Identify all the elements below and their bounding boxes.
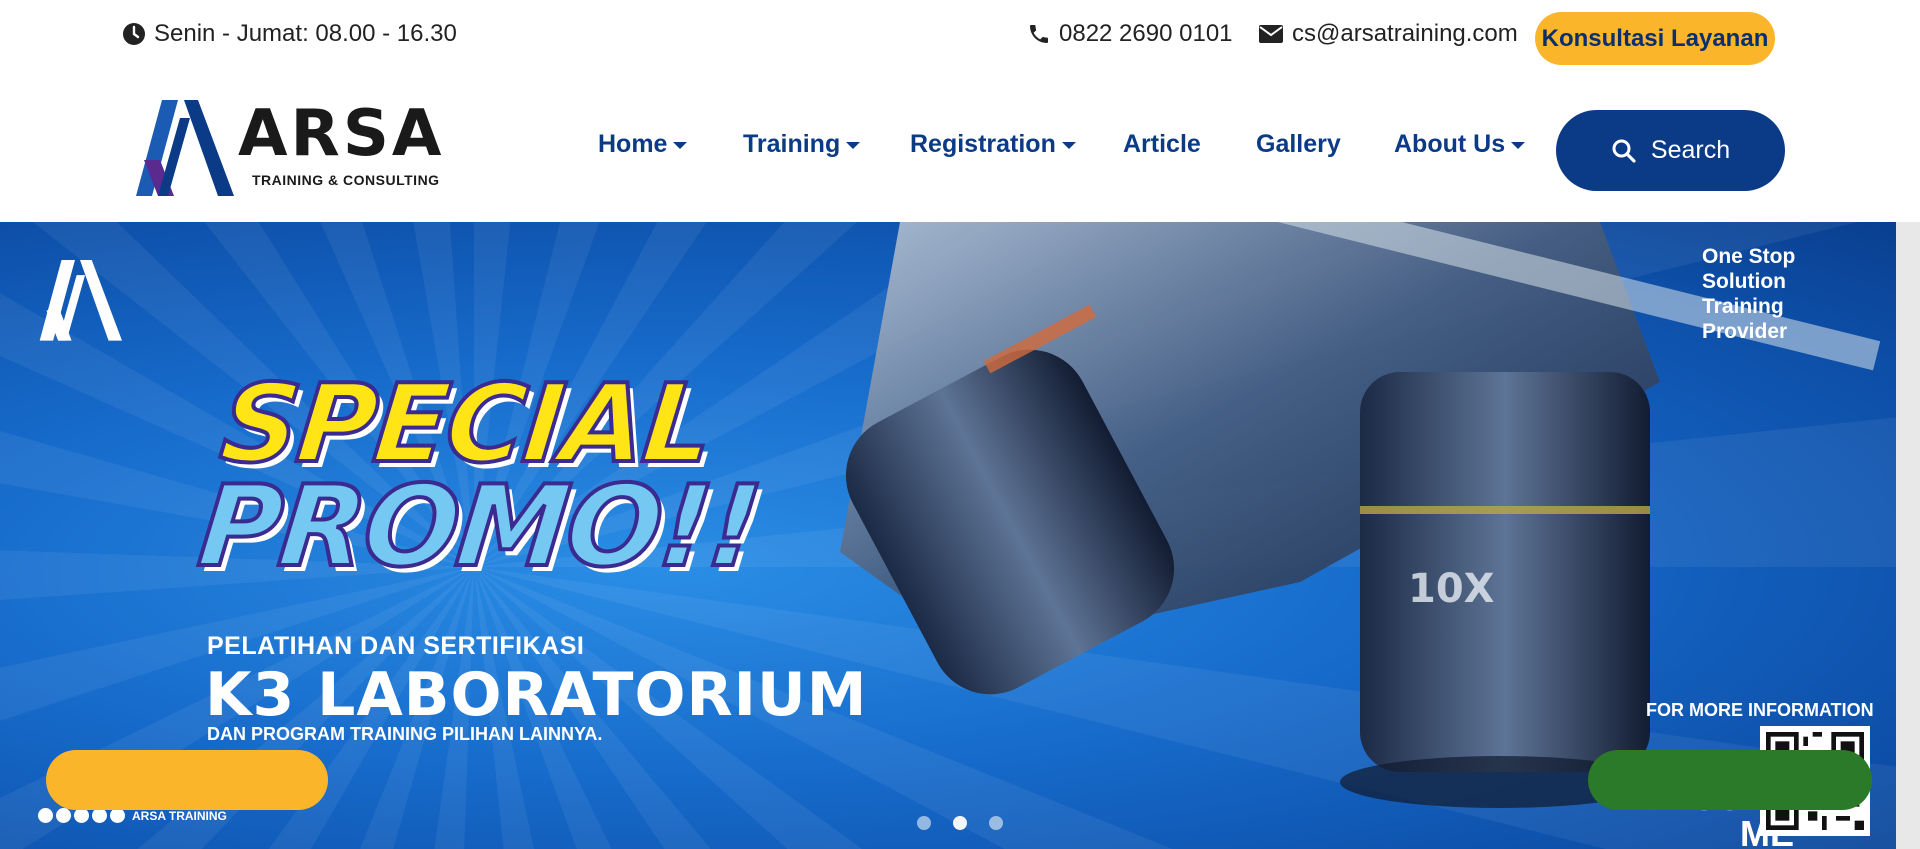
chevron-down-icon xyxy=(673,142,688,149)
youtube-icon[interactable] xyxy=(110,808,125,823)
clock-icon xyxy=(123,23,145,45)
tiktok-icon[interactable] xyxy=(92,808,107,823)
banner-tagline: One Stop Solution Training Provider xyxy=(1702,245,1796,343)
lens-label: 10X xyxy=(1408,566,1495,612)
carousel-dot-3[interactable] xyxy=(989,816,1003,830)
search-icon xyxy=(1612,139,1636,163)
brand-subtitle: TRAINING & CONSULTING xyxy=(252,172,440,188)
carousel-indicators xyxy=(917,816,1003,830)
nav-gallery-label[interactable]: Gallery xyxy=(1256,130,1341,159)
instagram-icon[interactable] xyxy=(74,808,89,823)
nav-about-us[interactable]: About Us xyxy=(1394,130,1526,159)
page-scrollbar[interactable] xyxy=(1896,222,1920,849)
email-address[interactable]: cs@arsatraining.com xyxy=(1292,20,1518,48)
phone-number[interactable]: 0822 2690 0101 xyxy=(1059,20,1233,48)
more-info-label: FOR MORE INFORMATION xyxy=(1646,700,1874,720)
top-bar: Senin - Jumat: 08.00 - 16.30 0822 2690 0… xyxy=(0,0,1920,72)
twitter-icon[interactable] xyxy=(38,808,53,823)
nav-training-label[interactable]: Training xyxy=(743,130,840,159)
nav-home[interactable]: Home xyxy=(598,130,688,159)
envelope-icon xyxy=(1259,25,1283,43)
brand-name: ARSA xyxy=(238,97,445,171)
nav-home-label[interactable]: Home xyxy=(598,130,667,159)
social-handle: ARSA TRAINING xyxy=(132,808,227,823)
carousel-dot-2[interactable] xyxy=(953,816,967,830)
chevron-down-icon xyxy=(846,142,861,149)
search-button-label: Search xyxy=(1650,136,1731,164)
facebook-icon[interactable] xyxy=(56,808,71,823)
search-button[interactable]: Search xyxy=(1556,110,1785,191)
nav-article-label[interactable]: Article xyxy=(1123,130,1201,159)
main-navbar: ARSA TRAINING & CONSULTING Home Training… xyxy=(0,72,1920,222)
nav-registration-label[interactable]: Registration xyxy=(910,130,1056,159)
carousel-dot-1[interactable] xyxy=(917,816,931,830)
arsa-logo-white xyxy=(39,260,122,341)
whatsapp-chat-button[interactable] xyxy=(1588,750,1872,810)
nav-training[interactable]: Training xyxy=(743,130,861,159)
office-hours-text: Senin - Jumat: 08.00 - 16.30 xyxy=(154,20,457,47)
promo-title: K3 LABORATORIUM xyxy=(205,660,868,730)
nav-gallery[interactable]: Gallery xyxy=(1256,130,1341,159)
chevron-down-icon xyxy=(1511,142,1526,149)
phone-contact[interactable]: 0822 2690 0101 xyxy=(1027,20,1233,48)
promo-caption: DAN PROGRAM TRAINING PILIHAN LAINNYA. xyxy=(207,724,603,744)
nav-about-label[interactable]: About Us xyxy=(1394,130,1505,159)
office-hours: Senin - Jumat: 08.00 - 16.30 xyxy=(122,20,457,48)
chevron-down-icon xyxy=(1061,142,1076,149)
phone-icon xyxy=(1030,25,1048,43)
nav-registration[interactable]: Registration xyxy=(910,130,1076,159)
arsa-logo-mark xyxy=(136,100,234,196)
social-links: ARSA TRAINING xyxy=(38,808,227,823)
promo-subtitle: PELATIHAN DAN SERTIFIKASI xyxy=(207,632,585,660)
promo-headline-promo: PROMO!! xyxy=(191,460,767,594)
email-contact[interactable]: cs@arsatraining.com xyxy=(1258,20,1518,48)
consultation-button[interactable]: Konsultasi Layanan xyxy=(1535,12,1775,65)
nav-article[interactable]: Article xyxy=(1123,130,1201,159)
brand-logo[interactable]: ARSA TRAINING & CONSULTING xyxy=(134,100,464,200)
floating-contact-button[interactable] xyxy=(46,750,328,810)
